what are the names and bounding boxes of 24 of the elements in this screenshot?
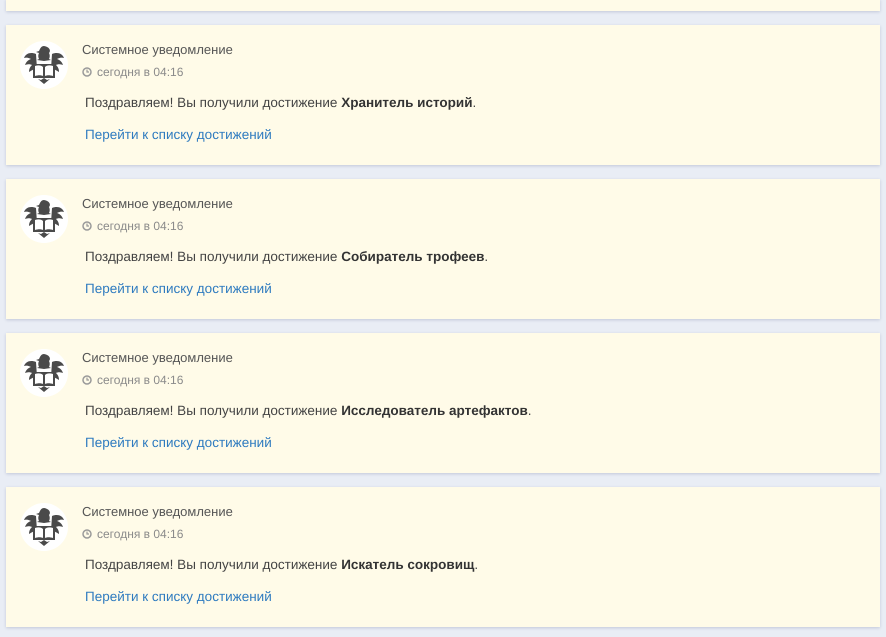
timestamp: сегодня в 04:16 xyxy=(97,219,184,233)
achievements-link[interactable]: Перейти к списку достижений xyxy=(85,127,272,143)
notification-message: Поздравляем! Вы получили достижение Искатель сокровищ. xyxy=(85,557,478,573)
clock-icon xyxy=(82,529,92,539)
eagle-book-avatar-icon xyxy=(20,41,68,89)
timestamp: сегодня в 04:16 xyxy=(97,527,184,541)
achievements-link[interactable]: Перейти к списку достижений xyxy=(85,281,272,297)
sender-name: Системное уведомление xyxy=(82,350,233,366)
achievements-link[interactable]: Перейти к списку достижений xyxy=(85,435,272,451)
notification-message: Поздравляем! Вы получили достижение Исследователь артефактов. xyxy=(85,403,532,419)
sender-name: Системное уведомление xyxy=(82,504,233,520)
achievements-link[interactable]: Перейти к списку достижений xyxy=(85,589,272,605)
sender-name: Системное уведомление xyxy=(82,196,233,212)
eagle-book-avatar-icon xyxy=(20,503,68,551)
notification-message: Поздравляем! Вы получили достижение Хранитель историй. xyxy=(85,95,476,111)
timestamp: сегодня в 04:16 xyxy=(97,373,184,387)
eagle-book-avatar-icon xyxy=(20,195,68,243)
clock-icon xyxy=(82,221,92,231)
timestamp: сегодня в 04:16 xyxy=(97,65,184,79)
eagle-book-avatar-icon xyxy=(20,349,68,397)
sender-name: Системное уведомление xyxy=(82,42,233,58)
clock-icon xyxy=(82,67,92,77)
notification-message: Поздравляем! Вы получили достижение Собиратель трофеев. xyxy=(85,249,488,265)
clock-icon xyxy=(82,375,92,385)
